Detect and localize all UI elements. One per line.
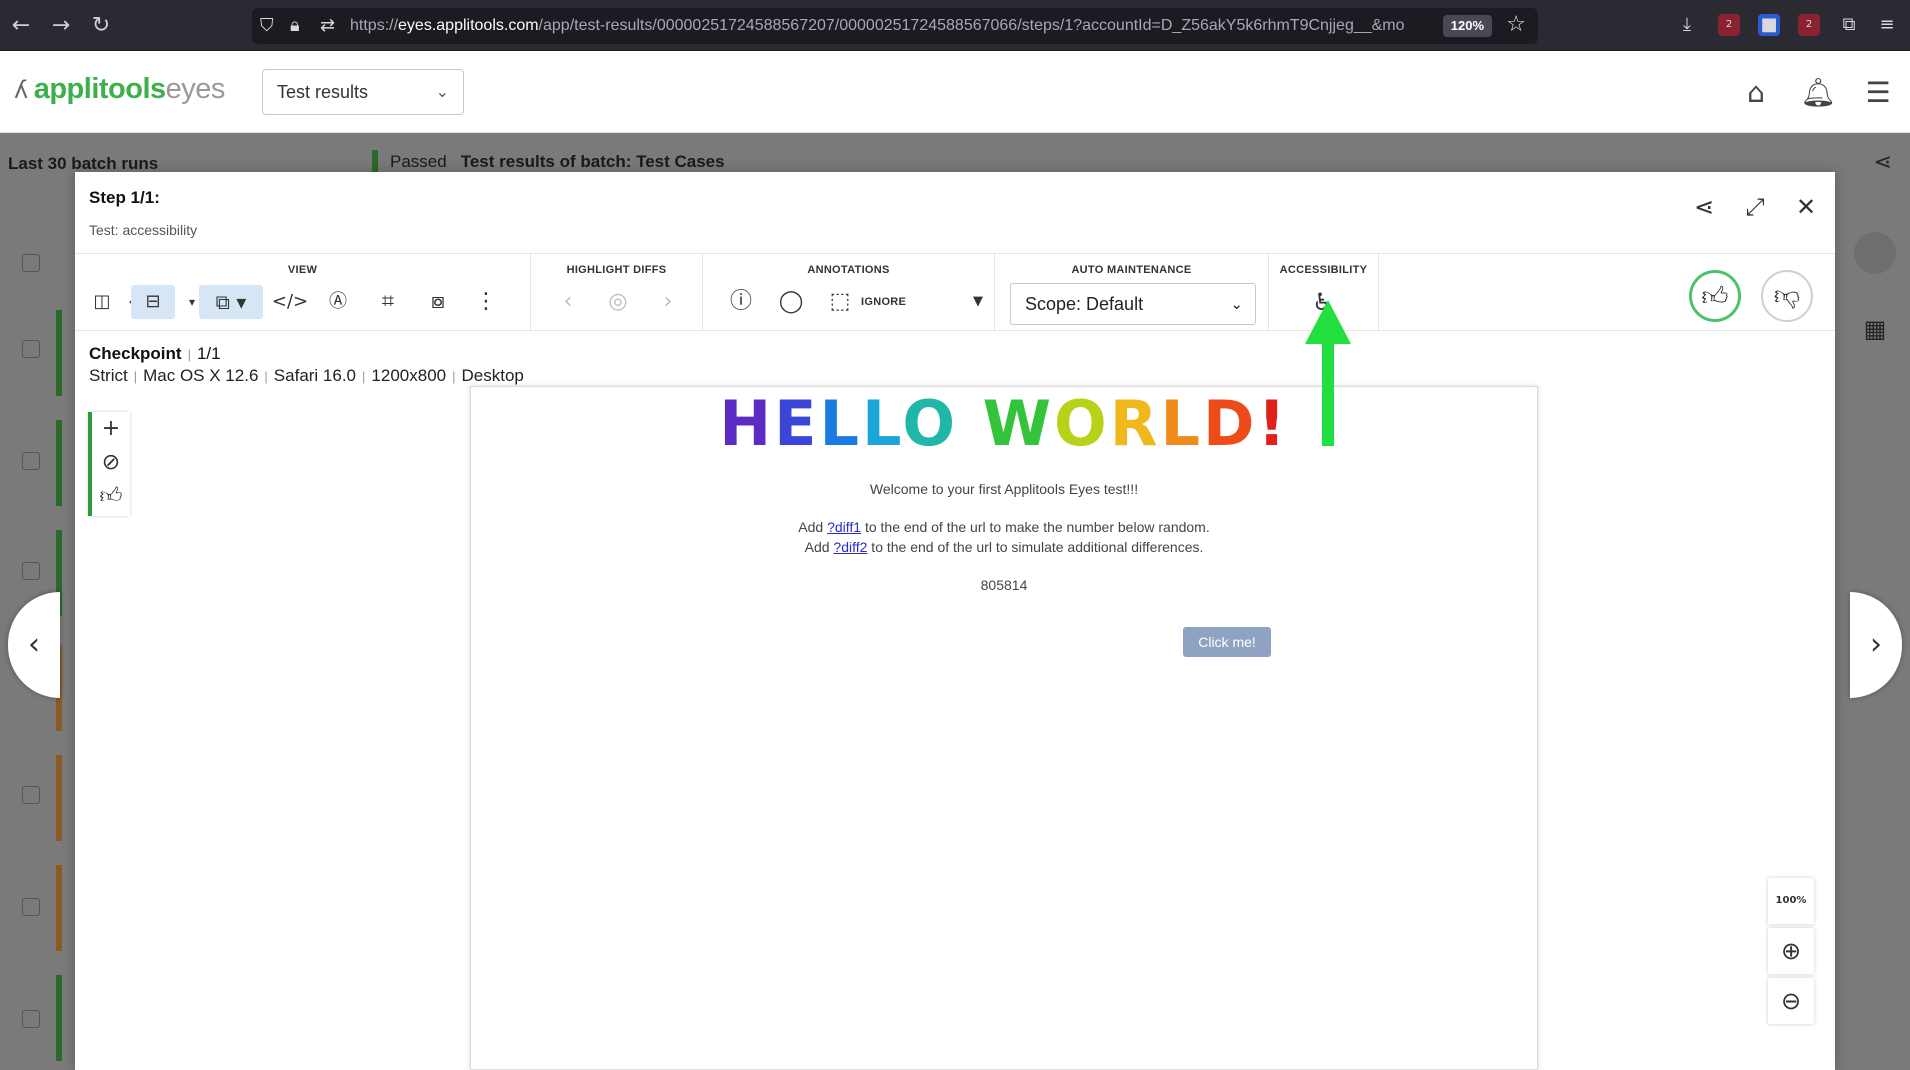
row-checkbox[interactable] — [22, 898, 40, 916]
save-icon[interactable] — [1854, 232, 1896, 274]
crop-icon[interactable]: ⌗ — [369, 285, 407, 319]
auto-maintenance-label: AUTO MAINTENANCE — [1071, 264, 1192, 276]
zoom-in-icon[interactable]: ⊕ — [1768, 928, 1814, 974]
checkpoint-title: Checkpoint | 1/1 — [89, 344, 221, 363]
chevron-down-icon: ⌄ — [1230, 295, 1243, 313]
checkpoint-side-tools: + ⊘ 👍︎ — [88, 412, 130, 516]
checkpoint-environment: Strict | Mac OS X 12.6 | Safari 16.0 | 1200x80… — [89, 366, 524, 385]
grid-settings-icon[interactable]: ▦ — [1854, 308, 1896, 350]
welcome-text: Welcome to your first Applitools Eyes te… — [869, 481, 1139, 497]
view-select[interactable]: Test results ⌄ — [262, 69, 464, 115]
random-number: 805814 — [980, 577, 1028, 593]
previous-diff-icon[interactable]: ‹ — [551, 285, 585, 319]
batch-share-icon[interactable]: ⋖ — [1874, 150, 1892, 175]
comment-icon[interactable]: ◯ — [773, 285, 809, 319]
reload-icon[interactable]: ↻ — [88, 13, 114, 39]
row-checkbox[interactable] — [22, 340, 40, 358]
highlight-diffs-group: HIGHLIGHT DIFFS ‹ ◎ › — [531, 254, 703, 330]
notification-bell-icon[interactable]: 🔔︎ — [1800, 75, 1836, 111]
extension-icon-1[interactable]: 2 — [1718, 14, 1740, 36]
share-icon[interactable]: ⋖ — [1689, 192, 1719, 222]
diff1-link[interactable]: ?diff1 — [827, 519, 861, 535]
accessibility-off-icon[interactable]: ⊘ — [92, 446, 130, 480]
batch-header: Passed Test results of batch: Test Cases — [390, 152, 725, 171]
browser-toolbar: ← → ↻ ⛉ 🔒︎ ⇄ https://eyes.applitools.com… — [0, 0, 1910, 51]
region-type-dropdown-icon[interactable]: ▼ — [961, 285, 995, 319]
row-status-strip — [56, 865, 62, 951]
code-view-icon[interactable]: </> — [271, 285, 309, 319]
highlight-diffs-icon[interactable]: ◎ — [599, 285, 637, 319]
download-icon[interactable]: ⤓ — [1676, 14, 1698, 36]
step-title: Step 1/1: — [89, 188, 160, 207]
view-group: VIEW ◫ ↔ ⊟ ▾ ⧉ ▾ </> Ⓐ ⌗ ⧇ ⋮ — [75, 254, 531, 330]
app-header: ʎ applitoolseyes Test results ⌄ ⌂ 🔔︎ ☰ — [0, 51, 1910, 133]
user-menu-icon[interactable]: ☰ — [1860, 75, 1896, 111]
bookmark-star-icon[interactable]: ☆ — [1506, 12, 1526, 37]
layers-icon[interactable]: ⧉ ▾ — [199, 285, 263, 319]
forward-icon[interactable]: → — [48, 13, 74, 39]
address-bar[interactable]: ⛉ 🔒︎ ⇄ https://eyes.applitools.com/app/t… — [252, 8, 1538, 44]
step-modal: Step 1/1: Test: accessibility ⋖ ⤢ ✕ VIEW… — [75, 172, 1835, 1070]
scope-select[interactable]: Scope: Default ⌄ — [1010, 283, 1256, 325]
row-status-strip — [56, 420, 62, 506]
hello-world-heading: HELLO WORLD! — [719, 387, 1289, 460]
batch-status-bar — [372, 150, 378, 174]
back-icon[interactable]: ← — [8, 13, 34, 39]
zoom-out-icon[interactable]: ⊖ — [1768, 978, 1814, 1024]
annotations-group: ANNOTATIONS ⓘ ◯ ⬚ IGNORE ▼ — [703, 254, 995, 330]
lock-icon[interactable]: 🔒︎ — [290, 14, 300, 38]
applitools-logo[interactable]: ʎ applitoolseyes — [14, 73, 225, 106]
diff2-link[interactable]: ?diff2 — [833, 539, 867, 555]
close-icon[interactable]: ✕ — [1791, 192, 1821, 222]
thumbs-up-icon[interactable]: 👍︎ — [92, 480, 130, 514]
ignore-region-icon[interactable]: ⬚ — [823, 285, 857, 319]
more-options-icon[interactable]: ⋮ — [469, 285, 503, 319]
view-group-label: VIEW — [287, 264, 318, 276]
annotation-arrow-icon — [1305, 300, 1351, 446]
row-checkbox[interactable] — [22, 1010, 40, 1028]
permissions-icon[interactable]: ⇄ — [320, 14, 335, 38]
shield-icon[interactable]: ⛉ — [260, 14, 274, 38]
logo-mark-icon: ʎ — [14, 76, 28, 104]
learning-cap-icon[interactable]: ⌂ — [1738, 75, 1774, 111]
row-checkbox[interactable] — [22, 452, 40, 470]
diff1-instruction: Add ?diff1 to the end of the url to make… — [798, 519, 1210, 535]
url-text[interactable]: https://eyes.applitools.com/app/test-res… — [350, 8, 1430, 44]
ab-compare-icon[interactable]: Ⓐ — [319, 285, 357, 319]
row-checkbox[interactable] — [22, 786, 40, 804]
add-icon[interactable]: + — [92, 412, 130, 446]
approve-thumbs-up-button[interactable]: 👍︎ — [1689, 270, 1741, 322]
row-status-strip — [56, 310, 62, 396]
fit-to-screen-icon[interactable]: 100% — [1768, 878, 1814, 924]
row-status-strip — [56, 975, 62, 1061]
step-toolbar: VIEW ◫ ↔ ⊟ ▾ ⧉ ▾ </> Ⓐ ⌗ ⧇ ⋮ HIGHLIGHT D… — [75, 253, 1835, 331]
single-view-icon[interactable]: ⊟ — [131, 285, 175, 319]
expand-icon[interactable]: ⤢ — [1740, 192, 1770, 222]
extensions-puzzle-icon[interactable]: ⧉ — [1838, 14, 1860, 36]
overlay-compare-icon[interactable]: ⧇ — [419, 285, 457, 319]
previous-step-button[interactable]: ‹ — [8, 592, 60, 698]
issue-icon[interactable]: ⓘ — [723, 285, 759, 319]
extension-icon-3[interactable]: 2 — [1798, 14, 1820, 36]
row-checkbox[interactable] — [22, 254, 40, 272]
extension-icon-2[interactable]: ■ — [1758, 14, 1780, 36]
ignore-region-label[interactable]: IGNORE — [861, 285, 906, 319]
next-step-button[interactable]: › — [1850, 592, 1902, 698]
side-by-side-view-icon[interactable]: ◫ — [85, 285, 119, 319]
chevron-down-icon: ⌄ — [435, 82, 449, 101]
menu-icon[interactable]: ≡ — [1876, 14, 1898, 36]
zoom-level-badge[interactable]: 120% — [1442, 15, 1492, 37]
annotations-label: ANNOTATIONS — [807, 264, 890, 276]
batch-runs-title: Last 30 batch runs — [8, 154, 159, 173]
highlight-diffs-label: HIGHLIGHT DIFFS — [566, 264, 667, 276]
diff2-instruction: Add ?diff2 to the end of the url to simu… — [804, 539, 1204, 555]
checkpoint-screenshot[interactable]: HELLO WORLD! Welcome to your first Appli… — [470, 386, 1538, 1070]
row-status-strip — [56, 755, 62, 841]
reject-thumbs-down-button[interactable]: 👎︎ — [1761, 270, 1813, 322]
test-name: Test: accessibility — [89, 222, 198, 238]
click-me-button[interactable]: Click me! — [1183, 627, 1271, 657]
row-checkbox[interactable] — [22, 562, 40, 580]
accessibility-label: ACCESSIBILITY — [1279, 264, 1368, 276]
next-diff-icon[interactable]: › — [651, 285, 685, 319]
